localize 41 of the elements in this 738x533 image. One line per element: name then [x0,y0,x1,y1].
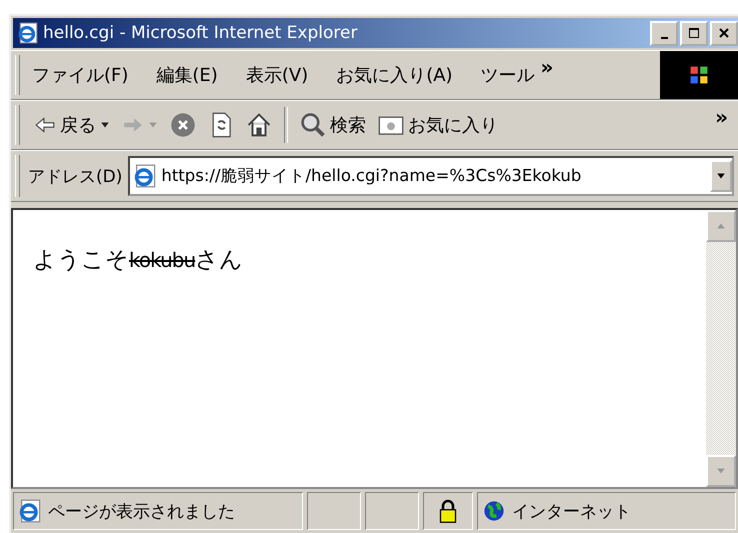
struck-text: kokubu [129,248,196,272]
search-button[interactable]: 検索 [294,105,372,145]
favorites-button[interactable]: お気に入り [372,105,504,145]
more-chevron[interactable]: » [715,105,728,129]
status-panel [307,492,361,530]
close-button[interactable] [710,20,738,46]
maximize-button[interactable] [680,20,708,46]
menu-item[interactable]: お気に入り(A) [336,63,453,87]
page-icon [18,499,42,523]
home-icon [246,112,272,138]
back-button[interactable]: 戻る [28,105,116,145]
caret-icon [716,171,726,181]
zone-label: インターネット [512,500,631,522]
menu-item[interactable]: 表示(V) [246,63,308,87]
menu-item[interactable]: ファイル(F) [32,63,128,87]
minimize-icon [660,36,668,38]
scrollbar[interactable] [706,210,736,487]
down-arrow-icon [716,466,726,476]
scroll-up-button[interactable] [706,210,736,242]
close-icon [718,27,730,39]
menu-item[interactable]: 編集(E) [156,63,218,87]
address-field[interactable]: https://脆弱サイト/hello.cgi?name=%3Cs%3Ekokub [128,156,734,196]
maximize-icon [688,27,700,39]
page-text: さん [195,247,244,273]
search-icon [300,112,326,138]
up-arrow-icon [716,221,726,231]
address-label: アドレス(D) [28,166,122,188]
page-icon [133,164,158,188]
dropdown-arrow-icon [148,120,158,130]
dropdown-button[interactable] [710,160,732,192]
window-title: hello.cgi - Microsoft Internet Explorer [43,23,358,43]
browser-icon [17,22,39,44]
stop-icon [170,112,196,138]
globe-icon [482,499,506,523]
status-message: ページが表示されました [48,500,235,522]
status-panel [365,492,419,530]
scroll-down-button[interactable] [706,455,736,487]
page-text: ようこそ [33,247,129,273]
dropdown-arrow-icon [100,120,110,130]
more-chevron[interactable]: » [540,55,554,79]
menu-item[interactable]: ツール [480,63,535,87]
